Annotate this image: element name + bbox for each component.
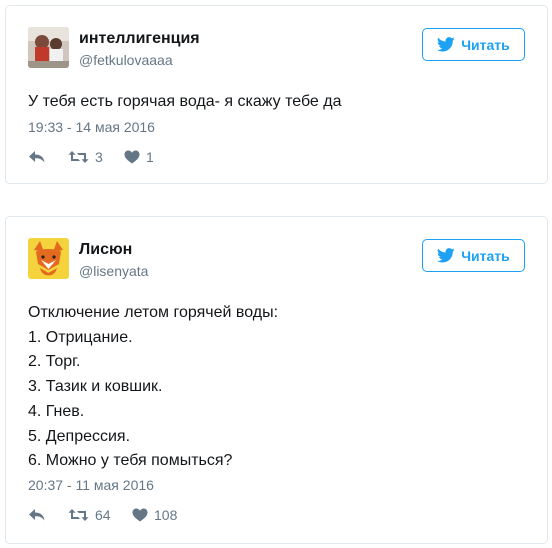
tweet-text-line: У тебя есть горячая вода- я скажу тебе д… — [28, 93, 342, 110]
avatar[interactable] — [28, 238, 69, 279]
follow-button[interactable]: Читать — [422, 239, 525, 272]
follow-label: Читать — [461, 247, 510, 264]
heart-icon — [124, 150, 140, 164]
tweet-timestamp[interactable]: 19:33 - 14 мая 2016 — [28, 119, 155, 135]
tweet-text: Отключение летом горячей воды: 1. Отрица… — [28, 301, 278, 474]
retweet-button[interactable]: 64 — [68, 507, 132, 523]
avatar[interactable] — [28, 27, 69, 68]
reply-icon — [29, 151, 45, 163]
display-name[interactable]: Лисюн — [79, 241, 132, 259]
tweet-text-line: 1. Отрицание. — [28, 328, 133, 346]
like-button[interactable]: 1 — [124, 149, 154, 165]
tweet-text-line: 3. Тазик и ковшик. — [28, 378, 163, 396]
tweet-actions: 64 108 — [28, 507, 177, 523]
tweet-actions: 3 1 — [28, 149, 154, 165]
user-handle[interactable]: @lisenyata — [79, 263, 148, 279]
user-handle[interactable]: @fetkulovaaaa — [79, 52, 173, 68]
like-button[interactable]: 108 — [132, 507, 177, 523]
display-name[interactable]: интеллигенция — [79, 30, 200, 48]
retweet-icon — [68, 151, 89, 163]
twitter-bird-icon — [437, 248, 455, 263]
retweet-count: 3 — [95, 149, 103, 165]
tweet-text-line: 2. Торг. — [28, 353, 81, 371]
retweet-icon — [68, 509, 89, 521]
like-count: 108 — [154, 507, 178, 523]
tweet-text-line: 4. Гнев. — [28, 402, 85, 420]
reply-icon — [29, 509, 45, 521]
tweet-text-line: 5. Депрессия. — [28, 427, 131, 445]
tweet-timestamp[interactable]: 20:37 - 11 мая 2016 — [28, 477, 154, 493]
twitter-bird-icon — [437, 37, 455, 52]
retweet-button[interactable]: 3 — [68, 149, 124, 165]
tweet-text-line: Отключение летом горячей воды: — [28, 304, 279, 321]
tweet-text-line: 6. Можно у тебя помыться? — [28, 452, 233, 470]
reply-button[interactable] — [28, 150, 68, 164]
tweet-text: У тебя есть горячая вода- я скажу тебе д… — [28, 90, 342, 115]
reply-button[interactable] — [28, 508, 68, 522]
follow-label: Читать — [461, 36, 510, 53]
like-count: 1 — [146, 149, 154, 165]
retweet-count: 64 — [95, 507, 111, 523]
follow-button[interactable]: Читать — [422, 28, 525, 61]
tweet-card: интеллигенция @fetkulovaaaa Читать У теб… — [5, 5, 548, 184]
tweet-card: Лисюн @lisenyata Читать Отключение летом… — [5, 216, 548, 544]
heart-icon — [132, 508, 148, 522]
